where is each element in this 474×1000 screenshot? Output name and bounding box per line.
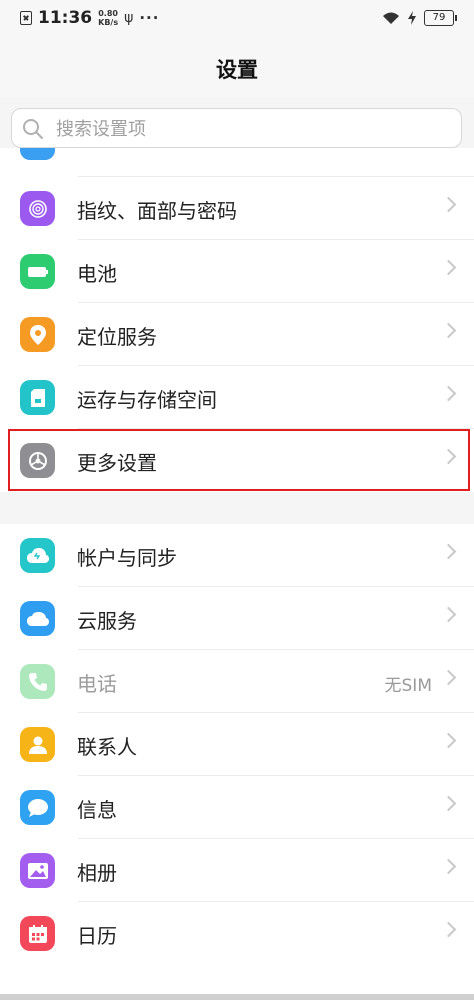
partial-item-icon xyxy=(20,148,55,160)
page-title: 设置 xyxy=(216,58,258,82)
chevron-right-icon xyxy=(440,385,457,402)
search-box[interactable] xyxy=(11,108,462,148)
chevron-right-icon xyxy=(440,795,457,812)
chevron-right-icon xyxy=(440,921,457,938)
gear-icon xyxy=(20,443,55,478)
settings-item-cloud[interactable]: 云服务 xyxy=(0,587,474,650)
sim-status: 无SIM xyxy=(384,676,432,696)
search-icon xyxy=(23,119,43,139)
contacts-icon xyxy=(20,727,55,762)
fingerprint-icon xyxy=(20,191,55,226)
cloud-icon xyxy=(20,601,55,636)
settings-group-apps: 帐户与同步 云服务 电话 无SIM 联系人 信息 相册 日历 xyxy=(0,524,474,994)
phone-icon xyxy=(20,664,55,699)
settings-item-label: 联系人 xyxy=(77,735,137,759)
settings-item-calendar[interactable]: 日历 xyxy=(0,902,474,965)
settings-item-contacts[interactable]: 联系人 xyxy=(0,713,474,776)
settings-item-label: 相册 xyxy=(77,861,117,885)
settings-item-label: 电池 xyxy=(77,262,117,286)
search-input[interactable] xyxy=(54,117,438,141)
settings-item-more-settings[interactable]: 更多设置 xyxy=(0,429,474,492)
settings-item-label: 运存与存储空间 xyxy=(77,388,217,412)
more-notifications-icon: ··· xyxy=(139,9,160,27)
settings-item-label: 云服务 xyxy=(77,609,137,633)
header: 设置 xyxy=(0,38,474,98)
settings-item-label: 日历 xyxy=(77,924,117,948)
settings-item-label: 定位服务 xyxy=(77,325,157,349)
usb-icon: ψ xyxy=(124,10,134,26)
wifi-icon xyxy=(383,12,399,24)
settings-item-album[interactable]: 相册 xyxy=(0,839,474,902)
settings-item-battery[interactable]: 电池 xyxy=(0,240,474,303)
settings-item-label: 指纹、面部与密码 xyxy=(77,199,237,223)
charging-icon xyxy=(408,11,416,25)
chevron-right-icon xyxy=(440,606,457,623)
battery-indicator: 79 xyxy=(424,10,457,26)
storage-icon xyxy=(20,380,55,415)
chevron-right-icon xyxy=(440,543,457,560)
chevron-right-icon xyxy=(440,858,457,875)
settings-item-location[interactable]: 定位服务 xyxy=(0,303,474,366)
list-item-partial[interactable] xyxy=(0,148,474,177)
settings-item-phone[interactable]: 电话 无SIM xyxy=(0,650,474,713)
chevron-right-icon xyxy=(440,448,457,465)
message-icon xyxy=(20,790,55,825)
location-icon xyxy=(20,317,55,352)
album-icon xyxy=(20,853,55,888)
settings-group-security: 指纹、面部与密码 电池 定位服务 运存与存储空间 更多设置 xyxy=(0,148,474,492)
chevron-right-icon xyxy=(440,322,457,339)
chevron-right-icon xyxy=(440,669,457,686)
network-speed: 0.80 KB/s xyxy=(98,9,119,27)
calendar-icon xyxy=(20,916,55,951)
battery-icon xyxy=(20,254,55,289)
settings-item-storage[interactable]: 运存与存储空间 xyxy=(0,366,474,429)
settings-item-label: 帐户与同步 xyxy=(77,546,177,570)
status-time: 11:36 xyxy=(38,8,93,28)
settings-item-messages[interactable]: 信息 xyxy=(0,776,474,839)
chevron-right-icon xyxy=(440,196,457,213)
bottom-edge xyxy=(0,994,474,1000)
settings-item-label: 电话 xyxy=(77,672,117,696)
account-sync-icon xyxy=(20,538,55,573)
chevron-right-icon xyxy=(440,732,457,749)
settings-item-account-sync[interactable]: 帐户与同步 xyxy=(0,524,474,587)
settings-item-label: 更多设置 xyxy=(77,451,157,475)
chevron-right-icon xyxy=(440,259,457,276)
status-bar: 11:36 0.80 KB/s ψ ··· 79 xyxy=(0,0,474,38)
settings-item-label: 信息 xyxy=(77,798,117,822)
settings-item-fingerprint[interactable]: 指纹、面部与密码 xyxy=(0,177,474,240)
notification-icon xyxy=(20,11,32,25)
